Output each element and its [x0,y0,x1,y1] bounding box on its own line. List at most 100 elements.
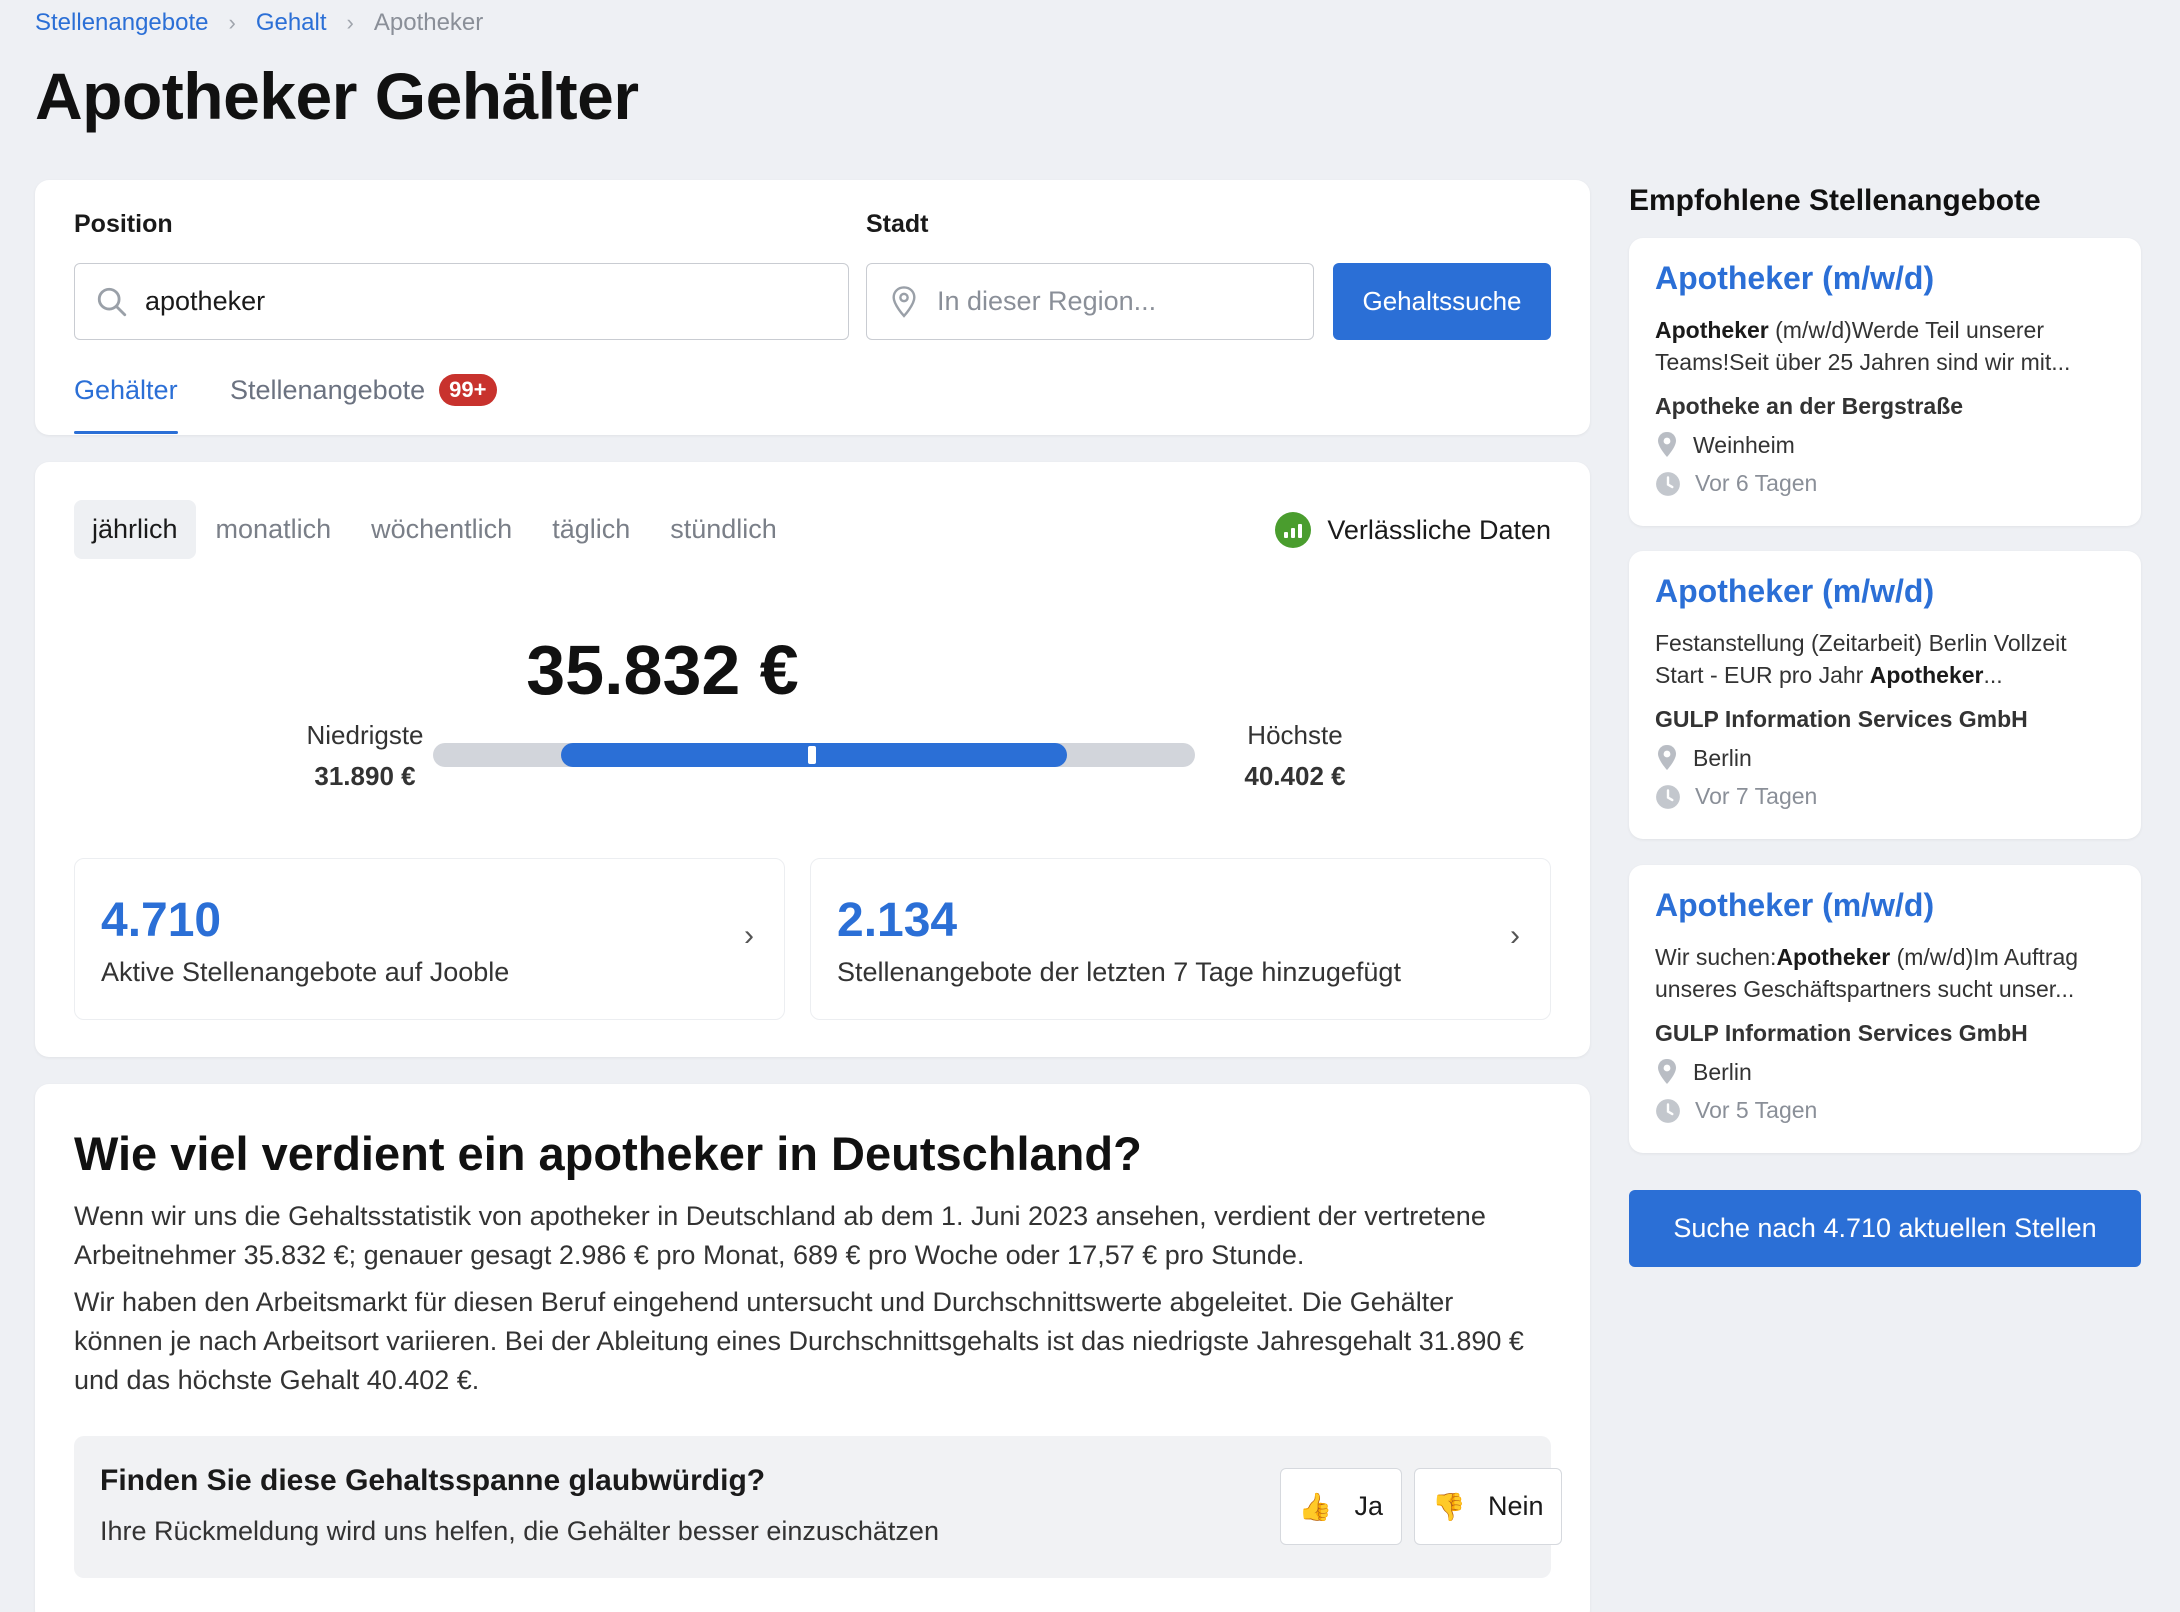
location-pin-icon [892,285,916,318]
active-jobs-stat[interactable]: 4.710 Aktive Stellenangebote auf Jooble … [74,858,785,1020]
highest-value: 40.402 € [1244,761,1346,791]
job-company: GULP Information Services GmbH [1655,1020,2028,1046]
job-snippet-text: Teams!Seit über 25 Jahren sind wir mit..… [1655,349,2071,375]
city-input-placeholder: In dieser Region... [937,286,1157,316]
job-snippet-text: Start - EUR pro Jahr [1655,662,1870,688]
breadcrumb-link-stellenangebote[interactable]: Stellenangebote [35,9,208,37]
location-pin-icon [1658,432,1676,457]
job-snippet-text: (m/w/d)Im Auftrag [1890,944,2079,970]
thumbs-down-icon: 👎 [1432,1491,1467,1522]
salary-search-button[interactable]: Gehaltssuche [1333,263,1551,340]
info-paragraph-2-line: können je nach Arbeitsort variieren. Bei… [74,1326,1524,1356]
job-company: GULP Information Services GmbH [1655,706,2028,732]
search-all-jobs-button[interactable]: Suche nach 4.710 aktuellen Stellen [1629,1190,2141,1267]
search-icon [97,287,127,316]
city-input[interactable]: In dieser Region... [866,263,1314,340]
feedback-subtitle: Ihre Rückmeldung wird uns helfen, die Ge… [100,1516,939,1546]
breadcrumb: Stellenangebote › Gehalt › Apotheker [35,9,483,37]
job-location-text: Weinheim [1693,431,1795,458]
job-location: Weinheim [1655,431,1795,459]
period-tab-daily[interactable]: täglich [534,500,648,559]
job-posted-text: Vor 6 Tagen [1695,470,1818,496]
period-tab-yearly[interactable]: jährlich [74,500,196,559]
highest-label: Höchste [1247,720,1343,750]
job-snippet: Festanstellung (Zeitarbeit) Berlin Vollz… [1655,627,2125,691]
active-tab-indicator [74,431,178,434]
job-title-link[interactable]: Apotheker (m/w/d) [1655,573,1934,610]
job-posted: Vor 7 Tagen [1655,783,1817,810]
job-card[interactable]: Apotheker (m/w/d) Apotheker (m/w/d)Werde… [1629,238,2141,526]
highest-salary: Höchste 40.402 € [1190,720,1400,792]
new-jobs-stat[interactable]: 2.134 Stellenangebote der letzten 7 Tage… [810,858,1551,1020]
feedback-no-label: Nein [1488,1491,1544,1521]
job-snippet-keyword: Apotheker [1655,317,1769,343]
period-tab-hourly[interactable]: stündlich [652,500,795,559]
jobs-count-badge: 99+ [439,374,497,406]
active-jobs-text: Aktive Stellenangebote auf Jooble [101,957,510,987]
feedback-yes-button[interactable]: 👍 Ja [1280,1468,1402,1545]
tab-jobs[interactable]: Stellenangebote 99+ [230,372,497,408]
job-posted: Vor 5 Tagen [1655,1097,1817,1124]
job-snippet: Apotheker (m/w/d)Werde Teil unserer Team… [1655,314,2125,378]
search-card: Position Stadt apotheker In dieser Regio… [35,180,1590,435]
info-paragraph-2-line: und das höchste Gehalt 40.402 €. [74,1365,480,1395]
job-snippet-text: (m/w/d)Werde Teil unserer [1768,317,2044,343]
reliability-indicator: Verlässliche Daten [1275,512,1551,548]
feedback-no-button[interactable]: 👎 Nein [1414,1468,1562,1545]
period-tab-weekly[interactable]: wöchentlich [353,500,530,559]
job-company: Apotheke an der Bergstraße [1655,393,1964,419]
job-location-text: Berlin [1693,1058,1752,1085]
average-marker [808,746,816,764]
tab-jobs-label: Stellenangebote [230,374,426,405]
new-jobs-number: 2.134 [837,894,958,947]
job-card[interactable]: Apotheker (m/w/d) Festanstellung (Zeitar… [1629,551,2141,839]
breadcrumb-link-gehalt[interactable]: Gehalt [256,9,327,37]
reliability-label: Verlässliche Daten [1327,514,1551,545]
city-label: Stadt [866,210,929,238]
job-location-text: Berlin [1693,744,1752,771]
job-title-link[interactable]: Apotheker (m/w/d) [1655,887,1934,924]
job-card[interactable]: Apotheker (m/w/d) Wir suchen:Apotheker (… [1629,865,2141,1153]
job-snippet-text: Festanstellung (Zeitarbeit) Berlin Vollz… [1655,630,2067,656]
breadcrumb-current: Apotheker [373,9,484,36]
thumbs-up-icon: 👍 [1298,1491,1333,1522]
salary-range-bar [433,743,1195,767]
chevron-right-icon: › [744,919,754,952]
clock-icon [1656,784,1680,809]
location-pin-icon [1658,745,1676,770]
job-location: Berlin [1655,1058,1752,1086]
job-title-link[interactable]: Apotheker (m/w/d) [1655,260,1934,297]
job-snippet: Wir suchen:Apotheker (m/w/d)Im Auftrag u… [1655,941,2125,1005]
feedback-box: Finden Sie diese Gehaltsspanne glaubwürd… [74,1436,1562,1578]
page-title: Apotheker Gehälter [35,59,639,133]
info-paragraph-1: Wenn wir uns die Gehaltsstatistik von ap… [74,1197,1554,1275]
clock-icon [1656,1098,1680,1123]
position-input-value: apotheker [145,286,266,316]
clock-icon [1656,471,1680,496]
location-pin-icon [1658,1059,1676,1084]
period-tabs: jährlich monatlich wöchentlich täglich s… [74,500,795,559]
feedback-title: Finden Sie diese Gehaltsspanne glaubwürd… [100,1464,766,1497]
info-heading: Wie viel verdient ein apotheker in Deuts… [74,1127,1142,1180]
bar-chart-icon [1275,512,1312,548]
job-posted-text: Vor 7 Tagen [1695,783,1818,809]
job-snippet-keyword: Apotheker [1776,944,1891,970]
job-snippet-keyword: Apotheker [1869,662,1984,688]
chevron-right-icon: › [1510,919,1520,952]
tab-salaries[interactable]: Gehälter [74,372,178,408]
info-paragraph-1-line: Wenn wir uns die Gehaltsstatistik von ap… [74,1201,1486,1231]
period-tab-monthly[interactable]: monatlich [198,500,350,559]
job-location: Berlin [1655,744,1752,772]
salary-info-card: Wie viel verdient ein apotheker in Deuts… [35,1084,1590,1612]
info-paragraph-1-line: Arbeitnehmer 35.832 €; genauer gesagt 2.… [74,1240,1305,1270]
feedback-yes-label: Ja [1354,1491,1384,1521]
chevron-right-icon: › [346,10,354,35]
recommended-jobs-title: Empfohlene Stellenangebote [1629,184,2041,217]
job-posted-text: Vor 5 Tagen [1695,1097,1818,1123]
job-snippet-text: unseres Geschäftspartners sucht unser... [1655,976,2075,1002]
info-paragraph-2-line: Wir haben den Arbeitsmarkt für diesen Be… [74,1287,1454,1317]
salary-overview-card: jährlich monatlich wöchentlich täglich s… [35,462,1590,1057]
position-input[interactable]: apotheker [74,263,849,340]
chevron-right-icon: › [228,10,236,35]
position-label: Position [74,210,173,238]
